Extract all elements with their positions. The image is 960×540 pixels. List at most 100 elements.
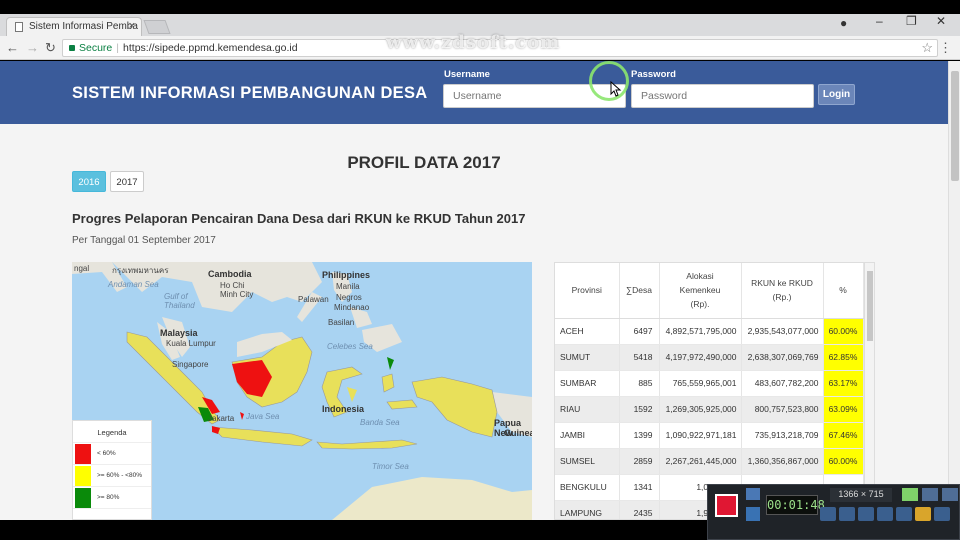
scrollbar-thumb[interactable] — [951, 71, 959, 181]
col-header-provinsi[interactable]: Provinsi — [555, 263, 620, 319]
settings-icon[interactable] — [934, 507, 950, 521]
cell-alokasi: 2,267,261,445,000 — [659, 448, 742, 475]
record-stop-button[interactable] — [715, 494, 738, 517]
legend-swatch-green — [75, 488, 91, 508]
cell-provinsi: SUMBAR — [555, 370, 620, 397]
map-label-celebes: Celebes Sea — [327, 342, 373, 351]
legend-item: >= 60% - <80% — [73, 465, 151, 487]
col-header-desa[interactable]: ∑Desa — [619, 263, 660, 319]
click-highlight — [589, 61, 629, 101]
legend-label: >= 60% - <80% — [97, 472, 142, 479]
map-label-kl: Kuala Lumpur — [166, 339, 216, 348]
password-label: Password — [631, 69, 676, 80]
recording-timer: 00:01:48 — [766, 495, 825, 515]
cell-desa: 5418 — [619, 344, 660, 371]
tab-close-icon[interactable]: × — [129, 20, 135, 32]
map-label-hochiminh-2: Minh City — [220, 290, 254, 299]
cell-desa: 1399 — [619, 422, 660, 449]
map-label-bandasea: Banda Sea — [360, 418, 400, 427]
cell-provinsi: LAMPUNG — [555, 500, 620, 519]
table-row: SUMUT 5418 4,197,972,490,000 2,638,307,069,… — [555, 344, 864, 371]
province-table-container[interactable]: Provinsi ∑Desa Alokasi Kemenkeu (Rp). RK… — [554, 262, 875, 520]
table-row: SUMBAR 885 765,559,965,001 483,607,782,200 6… — [555, 370, 864, 397]
map-legend: Legenda < 60% >= 60% - <80% >= 80% — [72, 420, 152, 520]
col-header-alokasi[interactable]: Alokasi Kemenkeu (Rp). — [659, 263, 742, 319]
cell-pct: 63.09% — [823, 396, 864, 423]
cell-provinsi: ACEH — [555, 318, 620, 345]
recorder-toolbar — [820, 507, 953, 523]
browser-menu-icon[interactable]: ⋮ — [939, 40, 952, 56]
year-button-2017[interactable]: 2017 — [110, 171, 144, 192]
reload-icon[interactable]: ↻ — [45, 40, 56, 56]
browser-tab[interactable]: Sistem Informasi Pemba × — [6, 17, 142, 36]
legend-label: >= 80% — [97, 494, 120, 501]
speaker-icon[interactable] — [820, 507, 836, 521]
table-row: SUMSEL 2859 2,267,261,445,000 1,360,356,867… — [555, 448, 864, 475]
year-button-2016[interactable]: 2016 — [72, 171, 106, 192]
table-row: ACEH 6497 4,892,571,795,000 2,935,543,077,0… — [555, 318, 864, 345]
cell-provinsi: JAMBI — [555, 422, 620, 449]
camera-icon[interactable] — [746, 488, 760, 500]
legend-item: >= 80% — [73, 487, 151, 509]
new-tab-button[interactable] — [143, 20, 171, 34]
cell-alokasi: 1,269,305,925,000 — [659, 396, 742, 423]
col-header-pct[interactable]: % — [823, 263, 864, 319]
cell-desa: 2859 — [619, 448, 660, 475]
folder-icon[interactable] — [915, 507, 931, 521]
cell-rkun: 2,638,307,069,769 — [741, 344, 824, 371]
close-window-icon[interactable]: ✕ — [936, 14, 946, 28]
legend-label: < 60% — [97, 450, 116, 457]
pen-icon[interactable] — [896, 507, 912, 521]
bookmark-star-icon[interactable]: ☆ — [921, 40, 933, 56]
map-label-thailand: Thailand — [164, 301, 195, 310]
back-icon[interactable]: ← — [6, 40, 19, 55]
cell-pct: 60.00% — [823, 318, 864, 345]
secure-label: Secure — [79, 42, 113, 54]
col-header-rkun[interactable]: RKUN ke RKUD (Rp.) — [741, 263, 824, 319]
table-scrollbar[interactable] — [864, 263, 874, 519]
recording-resolution: 1366 × 715 — [830, 488, 892, 502]
map-label-hochiminh: Ho Chi — [220, 281, 245, 290]
cell-alokasi: 765,559,965,001 — [659, 370, 742, 397]
map-label-cambodia: Cambodia — [208, 269, 252, 279]
cell-rkun: 735,913,218,709 — [741, 422, 824, 449]
cell-provinsi: BENGKULU — [555, 474, 620, 501]
cell-pct: 60.00% — [823, 448, 864, 475]
cell-desa: 6497 — [619, 318, 660, 345]
page-scrollbar[interactable] — [948, 61, 960, 520]
map-label-bangkok: กรุงเทพมหานคร — [112, 266, 169, 275]
map-label-mindanao: Mindanao — [334, 303, 370, 312]
tab-title: Sistem Informasi Pemba — [29, 21, 138, 32]
maximize-icon[interactable]: ❐ — [906, 14, 917, 28]
map-label-andaman: Andaman Sea — [108, 280, 159, 289]
cell-desa: 1341 — [619, 474, 660, 501]
login-button[interactable]: Login — [818, 84, 855, 105]
lock-icon — [69, 45, 75, 51]
recorder-minimize-icon[interactable] — [922, 488, 938, 501]
webcam-icon[interactable] — [858, 507, 874, 521]
profile-icon[interactable]: ● — [840, 16, 847, 30]
password-input[interactable] — [631, 84, 814, 108]
site-header: SISTEM INFORMASI PEMBANGUNAN DESA Userna… — [0, 61, 948, 124]
map-label-papua-2: Guinea — [504, 428, 532, 438]
report-title: Progres Pelaporan Pencairan Dana Desa da… — [72, 211, 526, 226]
recorder-close-icon[interactable] — [942, 488, 958, 501]
minimize-icon[interactable]: – — [876, 14, 883, 28]
cell-provinsi: SUMSEL — [555, 448, 620, 475]
pause-icon[interactable] — [746, 507, 760, 521]
map-label-timorsea: Timor Sea — [372, 462, 409, 471]
cell-rkun: 2,935,543,077,000 — [741, 318, 824, 345]
recorder-region-icon[interactable] — [902, 488, 918, 501]
map-label-basilan: Basilan — [328, 318, 355, 327]
cell-rkun: 1,360,356,867,000 — [741, 448, 824, 475]
indonesia-map[interactable]: ngal กรุงเทพมหานคร Cambodia Ho Chi Minh … — [72, 262, 532, 520]
legend-swatch-yellow — [75, 466, 91, 486]
cursor-icon[interactable] — [877, 507, 893, 521]
mic-icon[interactable] — [839, 507, 855, 521]
forward-icon[interactable]: → — [26, 40, 39, 55]
cell-desa: 885 — [619, 370, 660, 397]
map-label-indonesia: Indonesia — [322, 404, 365, 414]
url-text: https://sipede.ppmd.kemendesa.go.id — [123, 42, 298, 54]
cell-alokasi: 4,892,571,795,000 — [659, 318, 742, 345]
page-icon — [15, 22, 23, 32]
